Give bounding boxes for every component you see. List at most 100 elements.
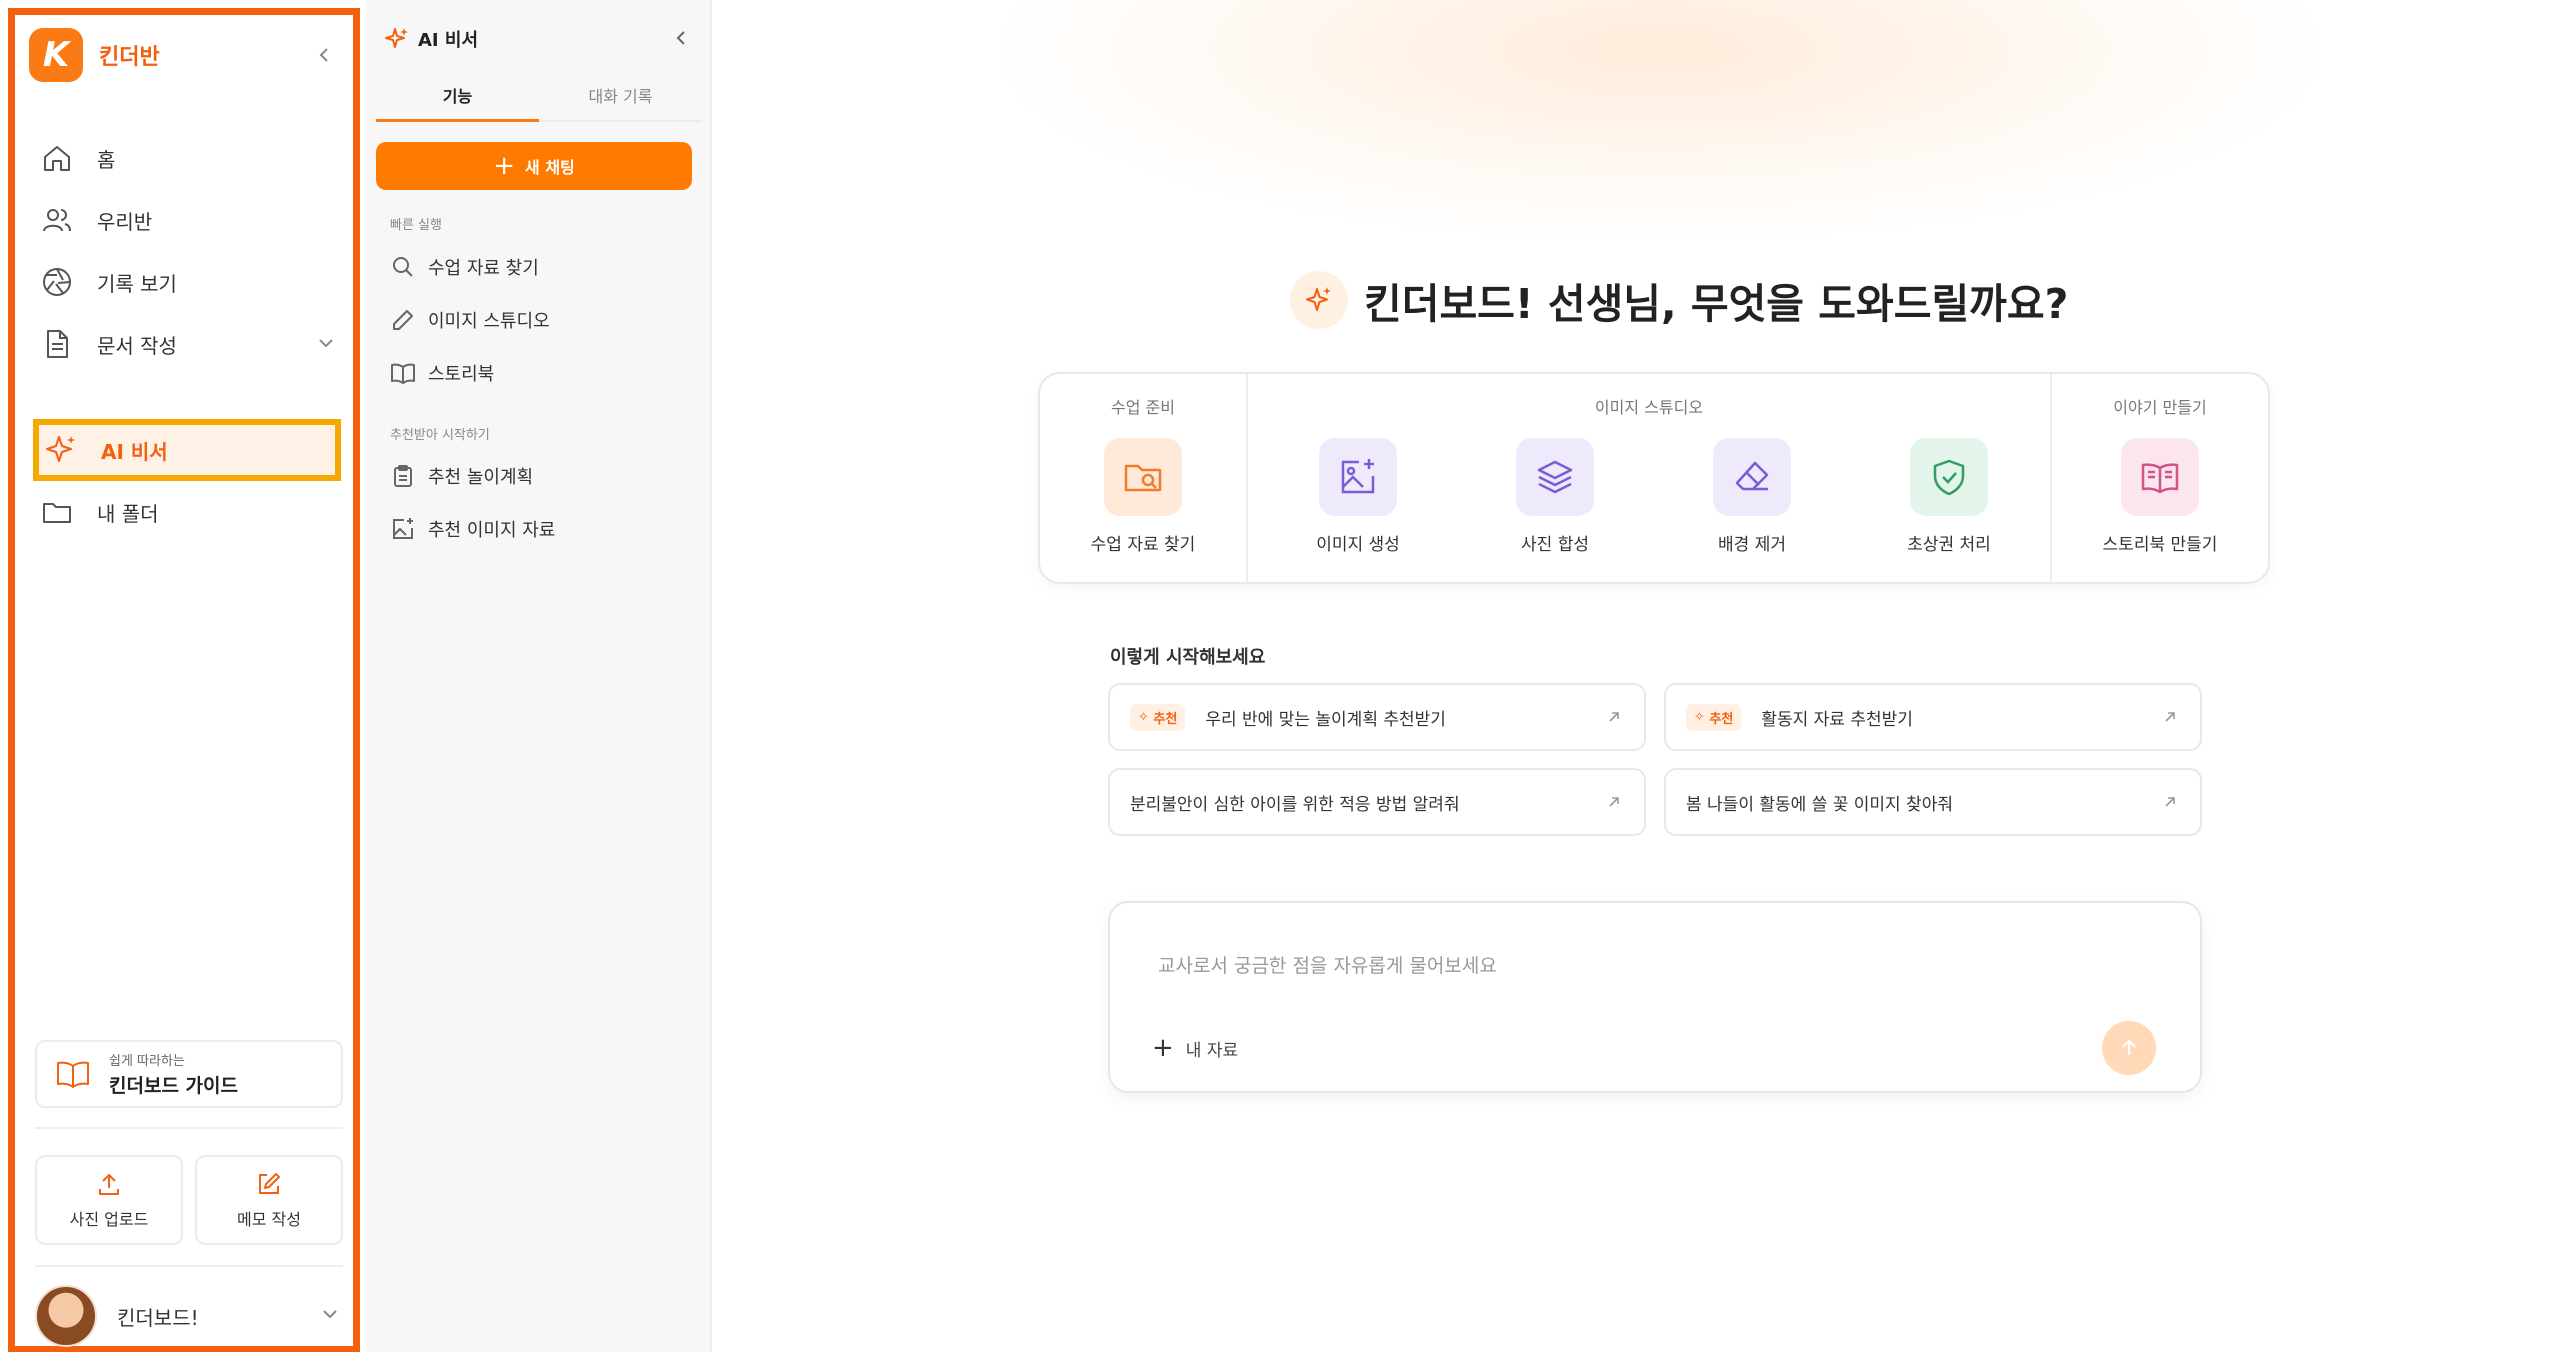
quick-item-label: 이미지 스튜디오 (428, 311, 550, 332)
arrow-up-right-icon (2165, 797, 2175, 807)
photo-upload-button[interactable]: 사진 업로드 (35, 1155, 183, 1245)
suggestion-text: 분리불안이 심한 아이를 위한 적응 방법 알려줘 (1130, 794, 1460, 815)
chevron-left-icon (676, 31, 685, 45)
nav-label-documents: 문서 작성 (97, 333, 177, 358)
guide-card[interactable]: 쉽게 따라하는 킨더보드 가이드 (35, 1040, 343, 1108)
send-button[interactable] (2102, 1021, 2156, 1075)
suggestion-text: 봄 나들이 활동에 쓸 꽃 이미지 찾아줘 (1686, 794, 1954, 815)
nav-item-ai-assistant[interactable]: AI 비서 (33, 419, 341, 481)
chevron-down-icon[interactable] (321, 1305, 339, 1327)
suggestion-text: 활동지 자료 추천받기 (1761, 709, 1913, 730)
user-profile[interactable]: 킨더보드! (35, 1283, 343, 1349)
upload-icon (99, 1174, 119, 1195)
tool-label: 초상권 처리 (1907, 535, 1991, 555)
memo-label: 메모 작성 (237, 1210, 301, 1229)
suggestion-card[interactable]: ✧ 추천 활동지 자료 추천받기 (1664, 683, 2202, 751)
suggestions-title: 이렇게 시작해보세요 (1110, 647, 1266, 668)
tool-label: 스토리북 만들기 (2102, 535, 2218, 555)
sparkle-icon (385, 28, 408, 48)
brand-name: 킨더반 (99, 45, 160, 70)
pencil-icon (393, 310, 413, 330)
chevron-down-icon[interactable] (317, 333, 335, 357)
divider (35, 1265, 343, 1267)
nav-label-folder: 내 폴더 (97, 501, 159, 526)
tool-label: 수업 자료 찾기 (1090, 535, 1196, 555)
panel-collapse-button[interactable] (674, 30, 690, 50)
panel-tabs: 기능 대화 기록 (376, 70, 702, 122)
layers-icon (1516, 438, 1594, 516)
greeting-headline: 킨더보드! 선생님, 무엇을 도와드릴까요? (1290, 270, 2068, 330)
page-title: 킨더보드! 선생님, 무엇을 도와드릴까요? (1364, 280, 2069, 328)
users-icon (39, 202, 75, 238)
guide-subtitle: 쉽게 따라하는 (109, 1054, 185, 1069)
image-plus-icon (1319, 438, 1397, 516)
suggestion-card[interactable]: 봄 나들이 활동에 쓸 꽃 이미지 찾아줘 (1664, 768, 2202, 836)
group-label-story: 이야기 만들기 (2113, 398, 2207, 417)
ai-assistant-panel: AI 비서 기능 대화 기록 + 새 채팅 빠른 실행 수업 자료 찾기 이미지… (366, 0, 712, 1352)
nav-label-ai: AI 비서 (101, 439, 168, 464)
tool-background-remove[interactable]: 배경 제거 (1677, 438, 1827, 555)
rec-item-label: 추천 놀이계획 (428, 467, 534, 488)
guide-text: 쉽게 따라하는 킨더보드 가이드 (109, 1050, 238, 1098)
divider (35, 1127, 343, 1129)
arrow-up-right-icon (1609, 712, 1619, 722)
quick-item-lesson-search[interactable]: 수업 자료 찾기 (390, 254, 539, 280)
tool-image-generate[interactable]: 이미지 생성 (1283, 438, 1433, 555)
clipboard-icon (394, 465, 412, 487)
eraser-icon (1713, 438, 1791, 516)
tool-photo-composite[interactable]: 사진 합성 (1480, 438, 1630, 555)
suggestion-text: 우리 반에 맞는 놀이계획 추천받기 (1205, 709, 1446, 730)
home-icon (39, 140, 75, 176)
panel-title: AI 비서 (418, 30, 479, 51)
new-chat-button[interactable]: + 새 채팅 (376, 142, 692, 190)
sidebar-collapse-button[interactable] (311, 41, 339, 69)
rec-item-label: 추천 이미지 자료 (428, 520, 556, 541)
tab-history[interactable]: 대화 기록 (539, 70, 702, 120)
rec-item-play-plan[interactable]: 추천 놀이계획 (390, 463, 533, 489)
recommend-badge: ✧ 추천 (1130, 703, 1186, 731)
brand-row[interactable]: K 킨더반 (29, 27, 339, 83)
nav-label-records: 기록 보기 (97, 271, 177, 296)
quick-item-storybook[interactable]: 스토리북 (390, 360, 494, 386)
sparkle-icon (43, 432, 79, 468)
tool-label: 사진 합성 (1521, 535, 1589, 555)
quick-item-image-studio[interactable]: 이미지 스튜디오 (390, 307, 550, 333)
memo-button[interactable]: 메모 작성 (195, 1155, 343, 1245)
quick-actions-label: 빠른 실행 (390, 218, 442, 233)
avatar (35, 1285, 97, 1347)
background-glow (1000, 0, 2320, 240)
nav-item-documents[interactable]: 문서 작성 (31, 313, 343, 375)
tool-lesson-search[interactable]: 수업 자료 찾기 (1068, 438, 1218, 555)
suggestion-card[interactable]: 분리불안이 심한 아이를 위한 적응 방법 알려줘 (1108, 768, 1646, 836)
folder-search-icon (1104, 438, 1182, 516)
nav-item-home[interactable]: 홈 (31, 127, 343, 189)
book-open-icon (2121, 438, 2199, 516)
suggestion-card[interactable]: ✧ 추천 우리 반에 맞는 놀이계획 추천받기 (1108, 683, 1646, 751)
chat-input[interactable]: 교사로서 궁금한 점을 자유롭게 물어보세요 (1158, 951, 1497, 978)
tool-storybook[interactable]: 스토리북 만들기 (2085, 438, 2235, 555)
panel-header: AI 비서 (384, 26, 478, 52)
edit-icon (259, 1173, 280, 1194)
nav-label-class: 우리반 (97, 209, 153, 234)
nav-label-home: 홈 (97, 147, 116, 172)
nav-item-my-folder[interactable]: 내 폴더 (31, 481, 343, 543)
quick-item-label: 스토리북 (428, 364, 495, 385)
group-label-lesson: 수업 준비 (1111, 398, 1175, 417)
rec-item-image[interactable]: 추천 이미지 자료 (390, 516, 555, 542)
new-chat-label: 새 채팅 (525, 158, 575, 177)
book-open-icon (391, 363, 415, 384)
main-nav: 홈 우리반 기록 보기 문서 작성 (31, 127, 343, 375)
arrow-up-right-icon (2165, 712, 2175, 722)
recommend-badge: ✧ 추천 (1686, 703, 1742, 731)
group-label-image-studio: 이미지 스튜디오 (1594, 398, 1704, 417)
tool-launcher: 수업 준비 이미지 스튜디오 이야기 만들기 수업 자료 찾기 이미지 생성 사… (1038, 372, 2270, 584)
tool-portrait-rights[interactable]: 초상권 처리 (1874, 438, 2024, 555)
nav-item-records[interactable]: 기록 보기 (31, 251, 343, 313)
nav-item-class[interactable]: 우리반 (31, 189, 343, 251)
attach-my-files-button[interactable]: + 내 자료 (1152, 1033, 1238, 1063)
quick-item-label: 수업 자료 찾기 (428, 258, 539, 279)
tool-label: 이미지 생성 (1316, 535, 1400, 555)
book-open-icon (55, 1056, 91, 1092)
document-icon (39, 326, 75, 362)
tab-features[interactable]: 기능 (376, 70, 539, 122)
